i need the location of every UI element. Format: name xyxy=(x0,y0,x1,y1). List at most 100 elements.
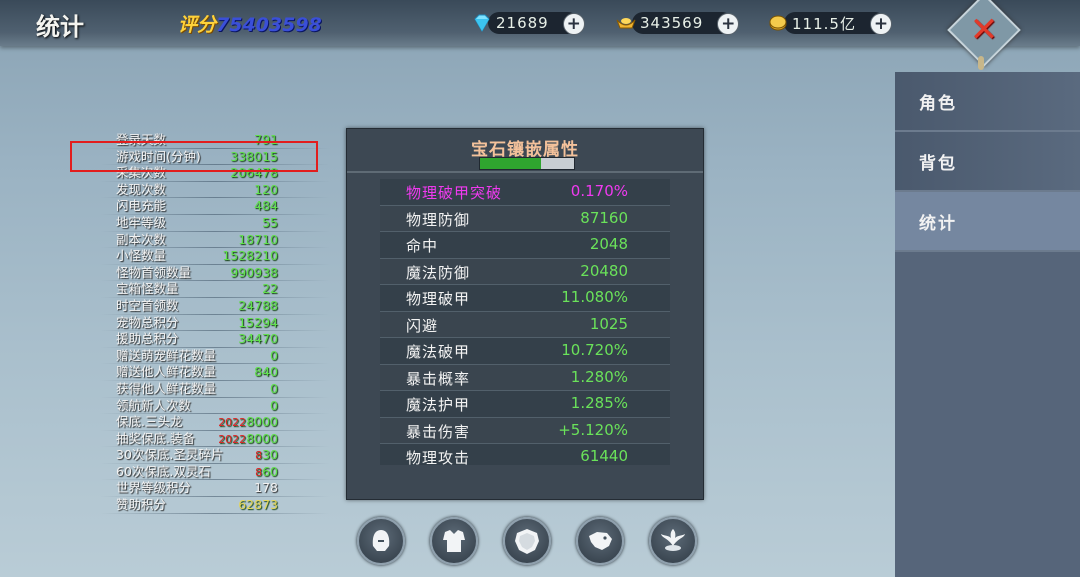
stat-label: 宝箱怪数量 xyxy=(116,281,179,297)
score-value: 75403598 xyxy=(216,14,322,36)
gem-attribute-value: 1.280% xyxy=(570,367,628,386)
stat-row: 抽奖保底.装备 20228000 xyxy=(100,431,330,448)
diamond-icon xyxy=(472,14,492,32)
stat-red-value: 2022 xyxy=(218,432,247,446)
stat-label: 抽奖保底.装备 xyxy=(116,430,195,446)
gem-attribute-value: 10.720% xyxy=(561,341,628,359)
stat-row: 闪电充能 484 xyxy=(100,198,330,215)
stat-row: 赠送萌宠鲜花数量 0 xyxy=(100,348,330,365)
gem-attribute-row: 物理攻击 61440 xyxy=(380,444,670,465)
gem-attribute-value: 61440 xyxy=(580,447,628,465)
gem-attribute-value: 87160 xyxy=(580,208,628,227)
stat-value: 1528210 xyxy=(222,248,278,264)
gem-progress-bar xyxy=(479,157,575,170)
stat-value: 24788 xyxy=(238,297,278,313)
gem-attribute-row: 闪避 1025 xyxy=(380,311,670,338)
stat-value: 20228000 xyxy=(218,414,278,431)
gem-attribute-value: 1.285% xyxy=(570,394,628,412)
stat-label: 小怪数量 xyxy=(116,248,167,264)
stat-value: 120 xyxy=(254,181,278,197)
stat-green-value: 8000 xyxy=(246,414,278,430)
close-icon[interactable]: ✕ xyxy=(962,8,1006,52)
wings-icon[interactable] xyxy=(649,517,697,565)
stat-value: 990938 xyxy=(230,264,278,280)
stat-value: 830 xyxy=(255,447,278,464)
stat-row: 赞助积分 62873 xyxy=(100,497,330,514)
armor-icon[interactable] xyxy=(430,517,478,565)
stat-row: 30次保底.圣灵碎片 830 xyxy=(100,447,330,464)
stat-value: 860 xyxy=(255,464,278,481)
stat-value: 840 xyxy=(254,364,278,380)
stat-label: 闪电充能 xyxy=(116,198,167,214)
gem-attribute-label: 魔法破甲 xyxy=(406,343,471,361)
stat-row: 获得他人鲜花数量 0 xyxy=(100,381,330,398)
stat-row: 援助总积分 34470 xyxy=(100,331,330,348)
gem-attribute-value: 20480 xyxy=(580,261,628,280)
stat-green-value: 60 xyxy=(262,463,278,479)
stat-value: 178 xyxy=(254,480,278,496)
gem-attribute-row: 物理破甲突破 0.170% xyxy=(380,179,670,206)
highlight-box xyxy=(70,141,318,172)
stat-row: 小怪数量 1528210 xyxy=(100,248,330,265)
stat-label: 赠送萌宠鲜花数量 xyxy=(116,347,217,363)
gem-attribute-value: 0.170% xyxy=(570,182,628,200)
stat-label: 保底.三头龙 xyxy=(116,414,183,430)
gem-attribute-value: 1025 xyxy=(589,314,628,333)
gem-attribute-row: 魔法防御 20480 xyxy=(380,258,670,285)
stat-label: 30次保底.圣灵碎片 xyxy=(116,447,224,463)
stat-label: 领航新人次数 xyxy=(116,397,192,413)
gem-attribute-label: 闪避 xyxy=(406,316,439,335)
diamond-currency: 21689 + xyxy=(474,12,585,35)
gem-attribute-value: 11.080% xyxy=(561,288,628,306)
add-diamond-button[interactable]: + xyxy=(562,13,585,35)
stat-value: 55 xyxy=(262,214,278,230)
stat-label: 怪物首领数量 xyxy=(116,264,192,280)
stat-value: 62873 xyxy=(238,497,278,513)
stat-row: 宝箱怪数量 22 xyxy=(100,281,330,298)
gem-attribute-label: 命中 xyxy=(406,237,439,255)
page-title: 统计 xyxy=(36,13,84,41)
gem-attribute-label: 物理防御 xyxy=(406,210,471,229)
stat-value: 0 xyxy=(270,397,278,413)
score-label: 评分 xyxy=(178,14,217,36)
stat-value: 20228000 xyxy=(218,431,278,448)
stat-label: 时空首领数 xyxy=(116,297,179,313)
gem-attribute-row: 魔法破甲 10.720% xyxy=(380,338,670,365)
gold-ingot-icon xyxy=(616,14,636,32)
gem-attribute-list[interactable]: 物理破甲突破 0.170% 物理防御 87160 命中 2048 魔法防御 20480 物理破甲… xyxy=(380,179,670,465)
side-tab-label: 角色 xyxy=(919,93,957,114)
stat-label: 副本次数 xyxy=(116,231,167,247)
tassel-decoration xyxy=(978,56,984,70)
stat-row: 世界等级积分 178 xyxy=(100,480,330,497)
add-coin-button[interactable]: + xyxy=(869,13,892,35)
shield-icon[interactable] xyxy=(503,517,551,565)
stat-value: 34470 xyxy=(238,331,278,347)
stat-row: 赠送他人鲜花数量 840 xyxy=(100,364,330,381)
side-tab-bag[interactable]: 背包 xyxy=(895,132,1080,192)
stat-label: 宠物总积分 xyxy=(116,314,179,330)
score-display: 评分75403598 xyxy=(178,10,322,37)
gem-attribute-row: 物理破甲 11.080% xyxy=(380,285,670,312)
beast-icon[interactable] xyxy=(576,517,624,565)
side-tab-stats[interactable]: 统计 xyxy=(895,192,1080,252)
stat-row: 发现次数 120 xyxy=(100,182,330,199)
stat-value: 15294 xyxy=(238,314,278,330)
helmet-icon[interactable] xyxy=(357,517,405,565)
gem-attribute-label: 暴击概率 xyxy=(406,369,471,388)
stat-green-value: 30 xyxy=(262,447,278,463)
gem-progress-fill xyxy=(480,158,542,169)
stat-label: 发现次数 xyxy=(116,181,167,197)
stat-row: 时空首领数 24788 xyxy=(100,298,330,315)
stat-label: 世界等级积分 xyxy=(116,480,192,496)
side-tab-label: 统计 xyxy=(919,213,957,234)
coin-currency: 111.5亿 + xyxy=(769,12,892,35)
stats-list: 登录天数 791 游戏时间(分钟) 338015 采集次数 206478 发现次数 120 闪电… xyxy=(100,132,330,514)
stat-label: 援助总积分 xyxy=(116,331,179,347)
gem-attribute-row: 暴击概率 1.280% xyxy=(380,364,670,391)
stat-value: 484 xyxy=(254,198,278,214)
stat-label: 地牢等级 xyxy=(116,214,167,230)
side-tab-label: 背包 xyxy=(919,153,957,174)
gem-attribute-label: 物理攻击 xyxy=(406,449,471,465)
gem-attribute-label: 物理破甲突破 xyxy=(406,184,503,202)
side-tab-character[interactable]: 角色 xyxy=(895,72,1080,132)
